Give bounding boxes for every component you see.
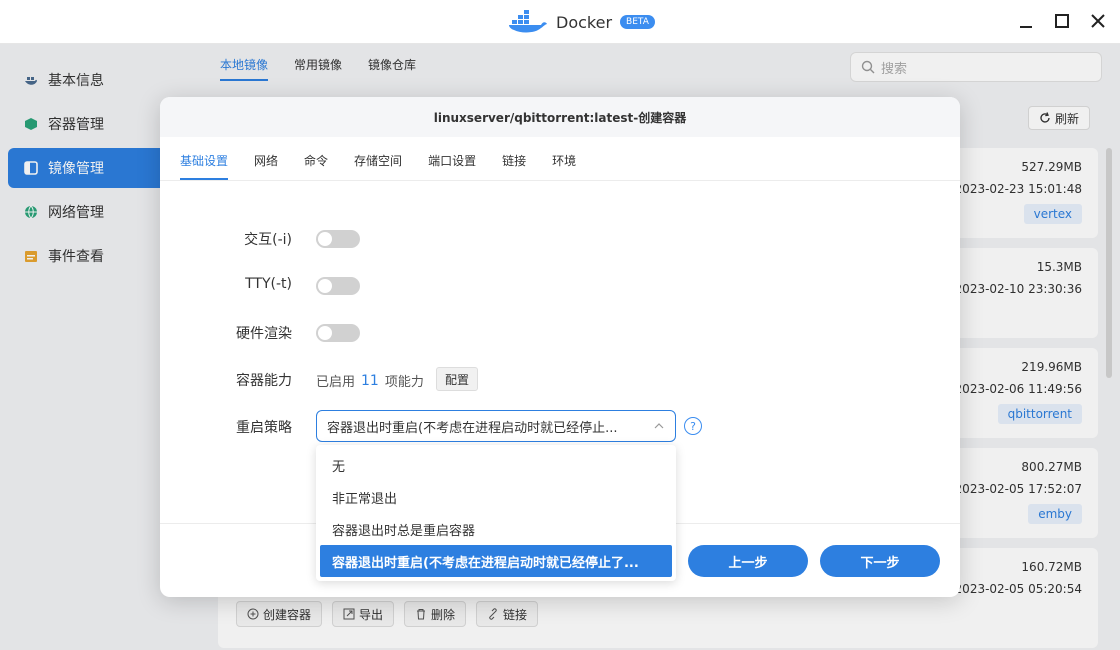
capability-summary: 已启用 11 项能力: [316, 371, 424, 391]
maximize-icon: [1055, 14, 1069, 28]
restart-option-on-failure[interactable]: 非正常退出: [320, 481, 672, 513]
capability-label: 容器能力: [236, 373, 292, 389]
close-button[interactable]: [1088, 11, 1108, 31]
app-name: Docker: [556, 12, 613, 32]
app-title: Docker BETA: [508, 10, 655, 34]
capability-prefix: 已启用: [316, 375, 356, 390]
restart-policy-value: 容器退出时重启(不考虑在进程启动时就已经停止...: [327, 420, 618, 436]
restart-policy-label: 重启策略: [236, 420, 292, 436]
restart-policy-select[interactable]: 容器退出时重启(不考虑在进程启动时就已经停止...: [316, 410, 676, 442]
maximize-button[interactable]: [1052, 11, 1072, 31]
hw-render-toggle[interactable]: [316, 324, 360, 342]
interactive-toggle[interactable]: [316, 230, 360, 248]
interactive-label: 交互(-i): [244, 232, 292, 248]
restart-policy-dropdown: 无 非正常退出 容器退出时总是重启容器 容器退出时重启(不考虑在进程启动时就已经…: [316, 445, 676, 581]
chevron-up-icon: [654, 423, 664, 429]
title-bar: Docker BETA: [0, 0, 1120, 44]
tab-basic-settings[interactable]: 基础设置: [180, 152, 229, 180]
docker-logo-icon: [509, 10, 547, 33]
tab-links[interactable]: 链接: [502, 152, 526, 180]
tabs-divider: [160, 180, 960, 181]
beta-badge: BETA: [620, 15, 655, 29]
hw-render-label: 硬件渲染: [236, 326, 292, 342]
tab-storage[interactable]: 存储空间: [354, 152, 402, 180]
minimize-button[interactable]: [1016, 11, 1036, 31]
tab-command[interactable]: 命令: [304, 152, 328, 180]
dialog-tabs: 基础设置 网络 命令 存储空间 端口设置 链接 环境: [180, 152, 576, 180]
dialog-title: linuxserver/qbittorrent:latest-创建容器: [160, 97, 960, 137]
next-step-button[interactable]: 下一步: [820, 545, 940, 577]
restart-option-unless-stopped[interactable]: 容器退出时重启(不考虑在进程启动时就已经停止了...: [320, 545, 672, 577]
restart-option-none[interactable]: 无: [320, 449, 672, 481]
minimize-icon: [1020, 26, 1032, 28]
help-icon[interactable]: ?: [684, 417, 702, 435]
tab-environment[interactable]: 环境: [552, 152, 576, 180]
prev-step-button[interactable]: 上一步: [688, 545, 808, 577]
tty-toggle[interactable]: [316, 277, 360, 295]
capability-count: 11: [361, 372, 379, 389]
restart-option-always[interactable]: 容器退出时总是重启容器: [320, 513, 672, 545]
tty-label: TTY(-t): [245, 276, 292, 292]
configure-button[interactable]: 配置: [436, 367, 479, 391]
tab-network[interactable]: 网络: [254, 152, 278, 180]
capability-suffix: 项能力: [384, 375, 424, 390]
close-icon: [1091, 14, 1105, 28]
tab-ports[interactable]: 端口设置: [428, 152, 476, 180]
create-container-dialog: linuxserver/qbittorrent:latest-创建容器 基础设置…: [160, 97, 960, 597]
